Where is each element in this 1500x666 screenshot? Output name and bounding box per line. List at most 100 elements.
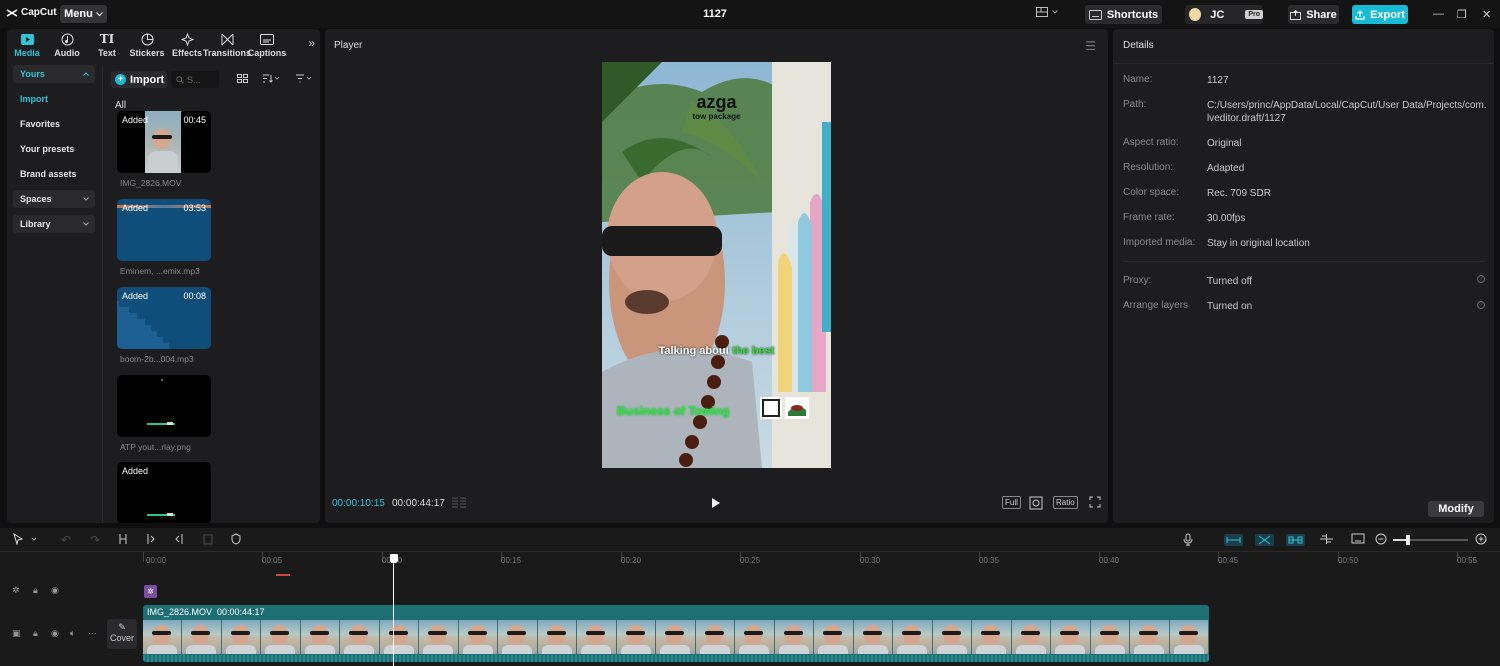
- tab-audio[interactable]: Audio: [47, 29, 87, 61]
- sidebar-group-spaces[interactable]: Spaces: [13, 190, 95, 208]
- minimize-icon[interactable]: —: [1433, 8, 1444, 20]
- share-icon: [1290, 9, 1302, 20]
- chevron-down-icon: [96, 11, 103, 16]
- linkage-icon[interactable]: [1286, 534, 1305, 546]
- playhead-line[interactable]: [393, 554, 394, 666]
- media-item-image[interactable]: Added: [117, 462, 211, 523]
- preview-axis-icon[interactable]: [1319, 533, 1334, 545]
- more-tabs-icon[interactable]: »: [308, 36, 315, 50]
- filmstrip-frame: [1090, 620, 1131, 654]
- marker[interactable]: [276, 574, 290, 576]
- media-item-audio[interactable]: Added 03:53: [117, 199, 211, 261]
- duration-label: 00:45: [183, 115, 206, 125]
- fullscreen-icon[interactable]: [1089, 496, 1101, 508]
- main-track-header: ▣ 🔒︎ ◉ 🔈︎ ···: [0, 628, 104, 642]
- caption-toggle-icon[interactable]: [1351, 533, 1365, 545]
- import-button[interactable]: + Import: [111, 71, 167, 88]
- ratio-button[interactable]: Ratio: [1053, 496, 1078, 509]
- added-badge: Added: [122, 466, 149, 476]
- media-item-image[interactable]: [117, 375, 211, 437]
- lock-icon[interactable]: 🔒︎: [33, 628, 38, 639]
- filmstrip-frame: [143, 620, 183, 654]
- undo-icon[interactable]: ↶: [61, 533, 71, 547]
- duration-label: 03:53: [183, 203, 206, 213]
- more-icon[interactable]: ···: [88, 628, 97, 638]
- play-icon[interactable]: [711, 497, 721, 509]
- shortcuts-label: Shortcuts: [1106, 8, 1159, 21]
- tab-effects[interactable]: Effects: [167, 29, 207, 61]
- tab-captions[interactable]: Captions: [247, 29, 287, 61]
- redo-icon[interactable]: ↷: [90, 533, 100, 547]
- sort-icon[interactable]: [262, 74, 280, 83]
- main-track-magnet-icon[interactable]: [1224, 534, 1243, 546]
- select-tool-icon[interactable]: [13, 533, 37, 545]
- ruler-label: 00:55: [1457, 556, 1478, 565]
- lock-icon[interactable]: 🔒︎: [33, 585, 38, 596]
- close-icon[interactable]: ✕: [1482, 8, 1491, 21]
- eye-icon[interactable]: ◉: [51, 628, 59, 639]
- playhead-handle[interactable]: [390, 554, 398, 563]
- grid-view-icon[interactable]: [237, 74, 248, 83]
- sidebar-group-library[interactable]: Library: [13, 215, 95, 233]
- modify-button[interactable]: Modify: [1428, 501, 1484, 517]
- transitions-icon: [221, 33, 233, 45]
- divider: [1113, 63, 1494, 64]
- delete-icon[interactable]: [203, 533, 213, 545]
- media-item-audio[interactable]: Added 00:08: [117, 287, 211, 349]
- microphone-icon[interactable]: [1183, 533, 1193, 546]
- zoom-slider-knob[interactable]: [1406, 535, 1410, 545]
- sidebar-item-your-presets[interactable]: Your presets: [13, 140, 95, 158]
- media-item-video[interactable]: Added 00:45: [117, 111, 211, 173]
- export-button[interactable]: Export: [1352, 5, 1408, 24]
- sidebar-group-yours[interactable]: Yours: [13, 65, 95, 83]
- media-icon: [20, 33, 34, 45]
- help-icon[interactable]: ?: [1477, 301, 1485, 309]
- split-icon[interactable]: [118, 533, 128, 545]
- time-ruler[interactable]: 00:00 00:05 00:10 00:15 00:20 00:25 00:3…: [143, 552, 1500, 572]
- filter-icon[interactable]: [295, 74, 313, 83]
- share-button[interactable]: Share: [1288, 5, 1339, 24]
- delete-right-icon[interactable]: [174, 533, 184, 545]
- shortcuts-button[interactable]: Shortcuts: [1085, 5, 1162, 24]
- sidebar-item-import[interactable]: Import: [13, 90, 95, 108]
- ruler-label: 00:40: [1099, 556, 1120, 565]
- player-panel: Player ☰ azga tow package Talking about …: [325, 29, 1108, 523]
- auto-snapping-icon[interactable]: [1255, 534, 1274, 546]
- tab-transitions[interactable]: Transitions: [203, 29, 251, 61]
- delete-left-icon[interactable]: [146, 533, 156, 545]
- full-quality-button[interactable]: Full: [1002, 496, 1021, 509]
- help-icon[interactable]: ?: [1477, 275, 1485, 283]
- tab-media[interactable]: Media: [7, 29, 47, 61]
- sidebar-item-favorites[interactable]: Favorites: [13, 115, 95, 133]
- hamburger-menu-icon[interactable]: ☰: [1085, 39, 1096, 53]
- media-panel: Media Audio TI Text Stickers Effects Tra…: [7, 29, 320, 523]
- caption-overlay: Talking about the best: [602, 345, 831, 357]
- media-search-input[interactable]: S...: [171, 71, 219, 88]
- crop-icon[interactable]: [1029, 496, 1043, 510]
- menu-button[interactable]: Menu: [60, 5, 107, 23]
- cover-button[interactable]: ✎ Cover: [107, 619, 137, 649]
- ruler-label: 00:45: [1218, 556, 1239, 565]
- restore-icon[interactable]: ❐: [1457, 8, 1467, 21]
- effect-clip[interactable]: ✲: [144, 585, 157, 598]
- filmstrip-frame: [932, 620, 973, 654]
- shield-icon[interactable]: [231, 533, 241, 545]
- zoom-in-icon[interactable]: [1475, 533, 1487, 545]
- video-clip[interactable]: IMG_2826.MOV 00:00:44:17: [143, 605, 1209, 662]
- sidebar-item-brand-assets[interactable]: Brand assets: [13, 165, 95, 183]
- added-badge: Added: [122, 291, 149, 301]
- timecode-toggle-icon[interactable]: [451, 497, 467, 508]
- tab-stickers[interactable]: Stickers: [127, 29, 167, 61]
- filmstrip-frame: [537, 620, 578, 654]
- filter-all-label[interactable]: All: [115, 100, 126, 111]
- zoom-out-icon[interactable]: [1375, 533, 1387, 545]
- zoom-slider[interactable]: [1393, 535, 1468, 545]
- video-preview[interactable]: azga tow package Talking about the best …: [602, 62, 831, 468]
- speaker-icon[interactable]: 🔈︎: [70, 628, 75, 639]
- filmstrip-frame: [340, 620, 380, 654]
- tab-text[interactable]: TI Text: [87, 29, 127, 61]
- layout-switch[interactable]: [1036, 7, 1058, 17]
- eye-icon[interactable]: ◉: [51, 585, 59, 596]
- plus-icon: +: [115, 74, 126, 85]
- user-account[interactable]: JC Pro: [1185, 5, 1263, 24]
